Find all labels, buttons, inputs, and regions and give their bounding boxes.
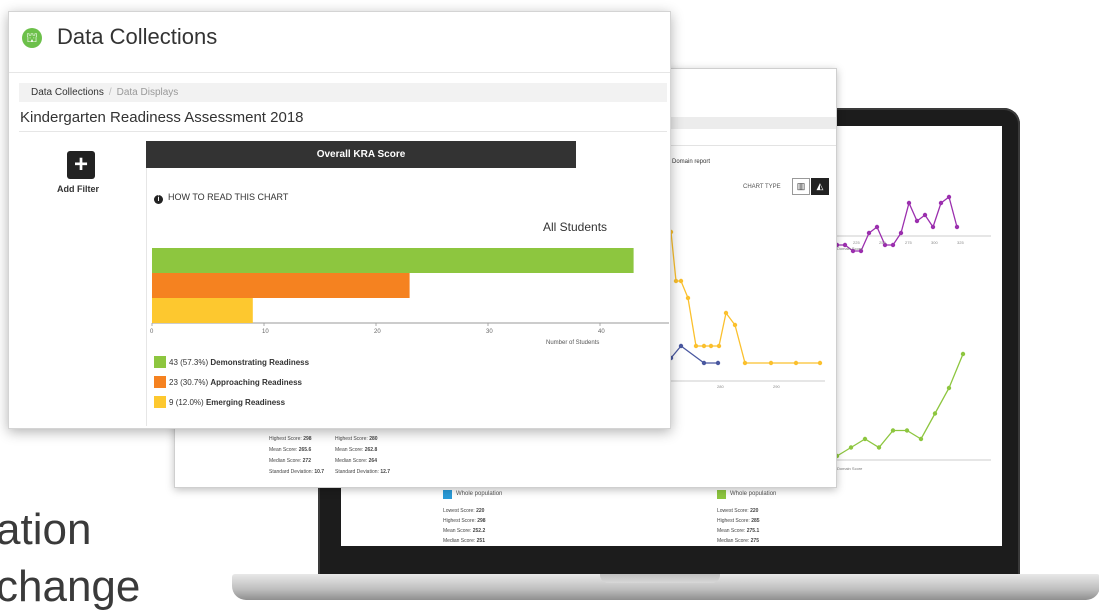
legend-swatch-demonstrating <box>154 356 166 368</box>
scatter-top-point <box>914 218 920 224</box>
scatter-top-point <box>866 230 872 236</box>
scatter-bottom-line <box>836 353 964 457</box>
background-text-2: change <box>0 562 141 611</box>
scatter-bottom-point <box>946 385 952 391</box>
scatter-top-point <box>946 194 952 200</box>
x-tick-label: 0 <box>150 329 154 335</box>
stats-right-line: Median Score: 275 <box>717 538 759 544</box>
scatter-bottom-series <box>834 351 966 459</box>
blue-series-point <box>715 360 721 366</box>
orange-series-point <box>685 295 691 301</box>
bar-demonstrating-readiness[interactable] <box>152 248 634 273</box>
scatter-top-point <box>922 212 928 218</box>
x-axis-label: Number of Students <box>546 340 599 346</box>
x-tick-label: 10 <box>262 329 269 335</box>
scatter-bottom-point <box>904 428 910 433</box>
stats-left-line: Median Score: 251 <box>443 538 485 544</box>
orange-series-point <box>693 343 699 349</box>
mid-tick: 280 <box>717 384 724 389</box>
scatter-top-point <box>906 200 912 206</box>
scatter-bottom-point <box>960 351 966 357</box>
legend-approaching-readiness: 23 (30.7%) Approaching Readiness <box>169 378 302 387</box>
mid-tick: 290 <box>773 384 780 389</box>
x-tick-label: 40 <box>598 329 605 335</box>
orange-series-point <box>673 278 679 284</box>
orange-series-line <box>670 231 820 364</box>
scatter-top-point <box>898 230 904 236</box>
scatter-bottom-point <box>918 436 924 442</box>
orange-series-point <box>732 322 738 328</box>
scatter-bottom-point <box>862 436 868 442</box>
scatter-bottom-point <box>848 445 854 450</box>
background-text-1: ation <box>0 505 92 554</box>
orange-series-point <box>678 278 684 284</box>
legend-demonstrating-readiness: 43 (57.3%) Demonstrating Readiness <box>169 358 310 367</box>
scatter-top-point <box>890 242 896 248</box>
stats-left-line: Lowest Score: 220 <box>443 508 485 514</box>
stats-left-line: Highest Score: 298 <box>443 518 486 524</box>
blue-series-line <box>670 345 718 364</box>
orange-series-point <box>768 360 774 366</box>
stats-b-line: Highest Score: 280 <box>335 436 378 442</box>
stats-b-line: Mean Score: 262.8 <box>335 447 378 453</box>
stats-b-line: Median Score: 264 <box>335 458 377 464</box>
legend-swatch-emerging <box>154 396 166 408</box>
scatter-top-tick: 250 <box>879 240 886 245</box>
stats-right-legend: Whole population <box>730 491 777 497</box>
scatter-bottom-xlabel: Domain Score <box>837 466 863 471</box>
stats-right-legend-swatch <box>717 490 726 499</box>
mid-chart-series <box>668 229 823 366</box>
orange-series-point <box>817 360 823 366</box>
stats-a-line: Standard Deviation: 10.7 <box>269 469 325 475</box>
bar-approaching-readiness[interactable] <box>152 273 410 298</box>
scatter-top-point <box>938 200 944 206</box>
stats-right-line: Mean Score: 275.1 <box>717 528 760 534</box>
stats-left-line: Mean Score: 252.2 <box>443 528 486 534</box>
legend-emerging-readiness: 9 (12.0%) Emerging Readiness <box>169 398 286 407</box>
stats-right-line: Lowest Score: 220 <box>717 508 759 514</box>
orange-series-point <box>793 360 799 366</box>
stats-a-line: Highest Score: 298 <box>269 436 312 442</box>
scatter-top-series: 225 250 275 300 325 <box>834 194 964 254</box>
stats-right-line: Highest Score: 285 <box>717 518 760 524</box>
orange-series-point <box>742 360 748 366</box>
orange-series-point <box>708 343 714 349</box>
x-tick-label: 30 <box>486 329 493 335</box>
orange-series-point <box>723 310 729 316</box>
scatter-top-tick: 300 <box>931 240 938 245</box>
orange-series-point <box>716 343 722 349</box>
scatter-top-tick: 325 <box>957 240 964 245</box>
blue-series-point <box>701 360 707 366</box>
blue-series-point <box>678 343 684 349</box>
stats-b-line: Standard Deviation: 12.7 <box>335 469 391 475</box>
x-tick-label: 20 <box>374 329 381 335</box>
data-collections-window: ⛫ Data Collections Data Collections / Data… <box>8 11 671 429</box>
scatter-top-xlabel: Domain Score <box>837 246 863 251</box>
scatter-bottom-point <box>890 428 896 433</box>
stats-left-legend-swatch <box>443 490 452 499</box>
kra-bar-chart: Number of Students 0 10 20 30 40 <box>150 248 669 346</box>
scatter-top-tick: 275 <box>905 240 912 245</box>
legend-swatch-approaching <box>154 376 166 388</box>
scatter-top-point <box>954 224 960 230</box>
scatter-bottom-point <box>932 411 938 416</box>
orange-series-point <box>701 343 707 349</box>
stats-a-line: Mean Score: 265.6 <box>269 447 312 453</box>
scatter-top-point <box>874 224 880 230</box>
stats-a-line: Median Score: 272 <box>269 458 311 464</box>
scatter-top-point <box>930 224 936 230</box>
stats-left-legend: Whole population <box>456 491 503 497</box>
scatter-bottom-point <box>876 445 882 450</box>
bar-emerging-readiness[interactable] <box>152 298 253 323</box>
laptop-notch <box>600 574 720 583</box>
scatter-top-tick: 225 <box>853 240 860 245</box>
